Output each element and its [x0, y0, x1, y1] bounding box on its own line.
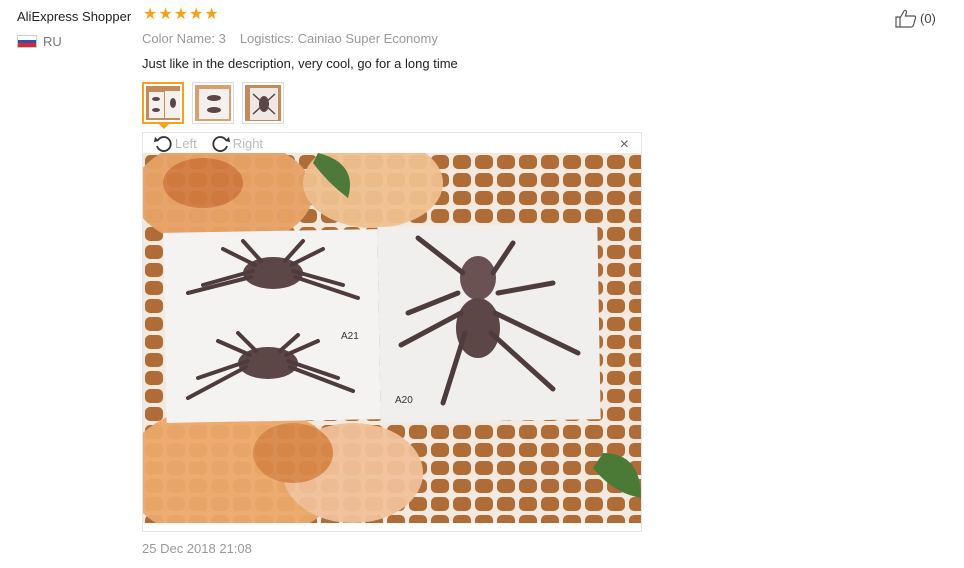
- thumbnail-image: [195, 85, 231, 121]
- color-name-label: Color Name:: [142, 31, 215, 46]
- star-icon: ★: [204, 6, 219, 23]
- logistics-value: Cainiao Super Economy: [297, 31, 438, 46]
- like-button[interactable]: (0): [894, 8, 936, 28]
- logistics-label: Logistics:: [239, 31, 295, 46]
- thumbnail-1[interactable]: [142, 82, 184, 129]
- rotate-left-label: Left: [175, 135, 197, 151]
- star-icon: ★: [158, 6, 173, 23]
- review-meta: Color Name: 3 Logistics: Cainiao Super E…: [142, 31, 438, 46]
- reviewer-name: AliExpress Shopper: [17, 9, 132, 24]
- review-text: Just like in the description, very cool,…: [142, 56, 458, 71]
- star-icon: ★: [143, 6, 158, 23]
- rotate-right-icon: [212, 136, 230, 152]
- thumbnail-2[interactable]: [192, 82, 234, 124]
- rotate-right-label: Right: [232, 135, 264, 151]
- close-icon[interactable]: ×: [620, 136, 629, 154]
- country-code: RU: [43, 34, 62, 49]
- rating-stars: ★ ★ ★ ★ ★: [143, 7, 219, 23]
- color-name-value: 3: [218, 31, 226, 46]
- image-viewer: Left Right × A21 A20: [142, 132, 642, 532]
- thumbnail-image: [146, 86, 180, 120]
- logistics: Logistics: Cainiao Super Economy: [240, 31, 438, 46]
- rotate-left-button[interactable]: Left: [153, 133, 197, 153]
- star-icon: ★: [173, 6, 189, 23]
- review-photo: A21 A20: [143, 153, 641, 523]
- reviewer-country: RU: [17, 34, 62, 49]
- photo-label-a21: A21: [341, 331, 359, 342]
- thumbs-up-icon: [895, 9, 917, 28]
- like-count: (0): [920, 10, 936, 26]
- viewer-toolbar: Left Right: [143, 133, 641, 153]
- russia-flag-icon: [17, 35, 37, 48]
- thumbnail-3[interactable]: [242, 82, 284, 124]
- rotate-left-icon: [154, 136, 172, 152]
- color-name: Color Name: 3: [142, 31, 226, 46]
- review-thumbnails: [142, 82, 284, 129]
- thumbnail-image: [245, 85, 281, 121]
- rotate-right-button[interactable]: Right: [211, 133, 263, 153]
- star-icon: ★: [189, 6, 204, 23]
- reviewer: AliExpress Shopper: [17, 8, 131, 26]
- review-date: 25 Dec 2018 21:08: [142, 541, 252, 556]
- photo-label-a20: A20: [395, 395, 413, 406]
